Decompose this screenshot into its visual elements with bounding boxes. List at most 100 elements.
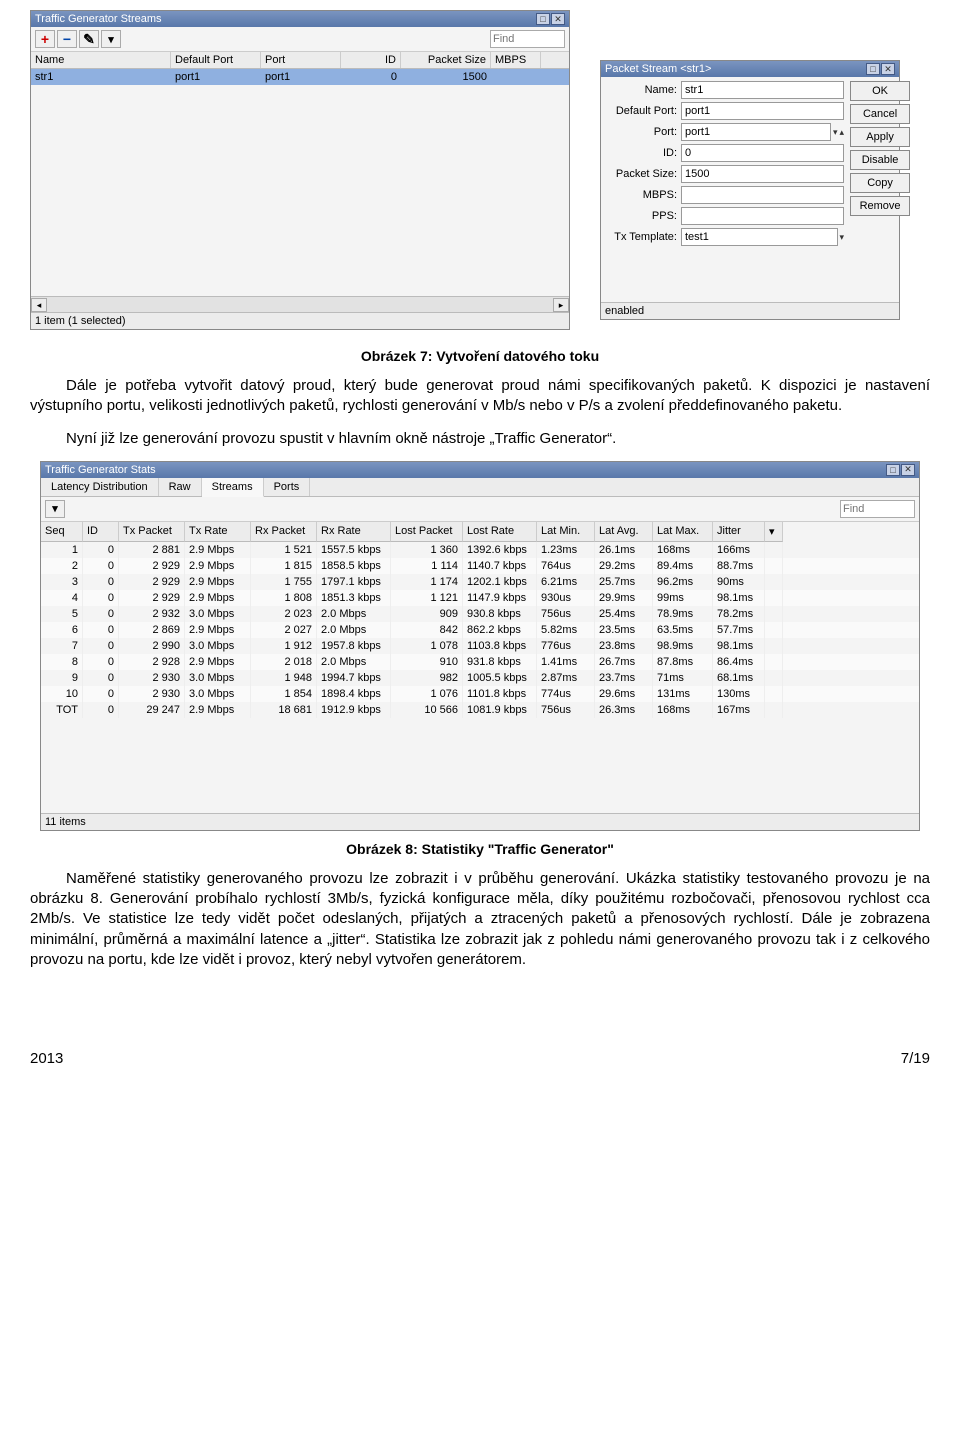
id-field[interactable] (681, 144, 844, 162)
col[interactable]: Rx Rate (317, 522, 391, 542)
cell: 57.7ms (713, 622, 765, 638)
find-input[interactable] (490, 30, 565, 48)
cell: 168ms (653, 702, 713, 718)
ok-button[interactable]: OK (850, 81, 910, 101)
name-field[interactable] (681, 81, 844, 99)
table-row[interactable]: 802 9282.9 Mbps2 0182.0 Mbps910931.8 kbp… (41, 654, 919, 670)
cell: 1101.8 kbps (463, 686, 537, 702)
restore-icon[interactable]: □ (886, 464, 900, 476)
find-input[interactable] (840, 500, 915, 518)
col[interactable]: Lost Packet (391, 522, 463, 542)
table-row[interactable]: 602 8692.9 Mbps2 0272.0 Mbps842862.2 kbp… (41, 622, 919, 638)
edit-button[interactable]: ✎ (79, 30, 99, 48)
dropdown-icon[interactable]: ▾ (833, 127, 838, 138)
col-more[interactable]: ▾ (765, 522, 783, 542)
mbps-field[interactable] (681, 186, 844, 204)
close-icon[interactable]: ✕ (881, 63, 895, 75)
cell: 1 076 (391, 686, 463, 702)
col[interactable]: Jitter (713, 522, 765, 542)
col-id[interactable]: ID (341, 52, 401, 68)
table-row[interactable]: 202 9292.9 Mbps1 8151858.5 kbps1 1141140… (41, 558, 919, 574)
disable-button[interactable]: Disable (850, 150, 910, 170)
restore-icon[interactable]: □ (866, 63, 880, 75)
scroll-right-icon[interactable]: ▸ (553, 298, 569, 312)
col[interactable]: Lost Rate (463, 522, 537, 542)
table-row[interactable]: 102 8812.9 Mbps1 5211557.5 kbps1 3601392… (41, 542, 919, 558)
dropdown-icon[interactable]: ▾ (840, 232, 845, 243)
cell: 131ms (653, 686, 713, 702)
col[interactable]: Lat Max. (653, 522, 713, 542)
cell: 1858.5 kbps (317, 558, 391, 574)
cell: 4 (41, 590, 83, 606)
cell: 26.1ms (595, 542, 653, 558)
restore-icon[interactable]: □ (536, 13, 550, 25)
cell: 9 (41, 670, 83, 686)
cell: 1557.5 kbps (317, 542, 391, 558)
cell: 1 360 (391, 542, 463, 558)
tab-raw[interactable]: Raw (159, 478, 202, 496)
cell: 7 (41, 638, 83, 654)
lbl: Packet Size: (607, 168, 677, 180)
cell: 0 (83, 542, 119, 558)
cancel-button[interactable]: Cancel (850, 104, 910, 124)
port-field[interactable] (681, 123, 831, 141)
cell: 78.2ms (713, 606, 765, 622)
apply-button[interactable]: Apply (850, 127, 910, 147)
table-row[interactable]: 1002 9303.0 Mbps1 8541898.4 kbps1 076110… (41, 686, 919, 702)
enabled-status: enabled (601, 302, 899, 319)
col[interactable]: Rx Packet (251, 522, 317, 542)
table-row[interactable]: 402 9292.9 Mbps1 8081851.3 kbps1 1211147… (41, 590, 919, 606)
table-row[interactable]: 302 9292.9 Mbps1 7551797.1 kbps1 1741202… (41, 574, 919, 590)
col[interactable]: Tx Rate (185, 522, 251, 542)
table-row[interactable]: 502 9323.0 Mbps2 0232.0 Mbps909930.8 kbp… (41, 606, 919, 622)
table-row[interactable]: 702 9903.0 Mbps1 9121957.8 kbps1 0781103… (41, 638, 919, 654)
col[interactable]: Tx Packet (119, 522, 185, 542)
col-default-port[interactable]: Default Port (171, 52, 261, 68)
cell: 842 (391, 622, 463, 638)
col-port[interactable]: Port (261, 52, 341, 68)
close-icon[interactable]: ✕ (901, 464, 915, 476)
cell: 98.1ms (713, 638, 765, 654)
tab-streams[interactable]: Streams (202, 478, 264, 497)
titlebar: Traffic Generator Streams □ ✕ (31, 11, 569, 27)
tab-ports[interactable]: Ports (264, 478, 311, 496)
cell: 1 815 (251, 558, 317, 574)
remove-button[interactable]: Remove (850, 196, 910, 216)
cell: 78.9ms (653, 606, 713, 622)
table-row[interactable]: 902 9303.0 Mbps1 9481994.7 kbps9821005.5… (41, 670, 919, 686)
grid-header: Seq ID Tx Packet Tx Rate Rx Packet Rx Ra… (41, 522, 919, 542)
table-row[interactable]: TOT029 2472.9 Mbps18 6811912.9 kbps10 56… (41, 702, 919, 718)
filter-button[interactable]: ▾ (101, 30, 121, 48)
lbl: ID: (607, 147, 677, 159)
filter-button[interactable]: ▾ (45, 500, 65, 518)
remove-button[interactable]: − (57, 30, 77, 48)
col[interactable]: Lat Avg. (595, 522, 653, 542)
copy-button[interactable]: Copy (850, 173, 910, 193)
h-scrollbar[interactable]: ◂ ▸ (31, 296, 569, 312)
col-name[interactable]: Name (31, 52, 171, 68)
cell: 25.4ms (595, 606, 653, 622)
cell: 1851.3 kbps (317, 590, 391, 606)
cell: 2.9 Mbps (185, 702, 251, 718)
cell: 2 027 (251, 622, 317, 638)
tab-latency[interactable]: Latency Distribution (41, 478, 159, 496)
col[interactable]: ID (83, 522, 119, 542)
col-mbps[interactable]: MBPS (491, 52, 541, 68)
close-icon[interactable]: ✕ (551, 13, 565, 25)
default-port-field[interactable] (681, 102, 844, 120)
col[interactable]: Lat Min. (537, 522, 595, 542)
cell: 2.0 Mbps (317, 606, 391, 622)
up-icon[interactable]: ▴ (840, 127, 845, 138)
add-button[interactable]: + (35, 30, 55, 48)
scroll-left-icon[interactable]: ◂ (31, 298, 47, 312)
cell: 2.9 Mbps (185, 574, 251, 590)
figure-caption-7: Obrázek 7: Vytvoření datového toku (30, 348, 930, 364)
cell: 2 929 (119, 558, 185, 574)
col-packet-size[interactable]: Packet Size (401, 52, 491, 68)
packet-size-field[interactable] (681, 165, 844, 183)
stream-row[interactable]: str1 port1 port1 0 1500 (31, 69, 569, 85)
pps-field[interactable] (681, 207, 844, 225)
col[interactable]: Seq (41, 522, 83, 542)
tx-template-field[interactable] (681, 228, 838, 246)
cell: 0 (83, 686, 119, 702)
